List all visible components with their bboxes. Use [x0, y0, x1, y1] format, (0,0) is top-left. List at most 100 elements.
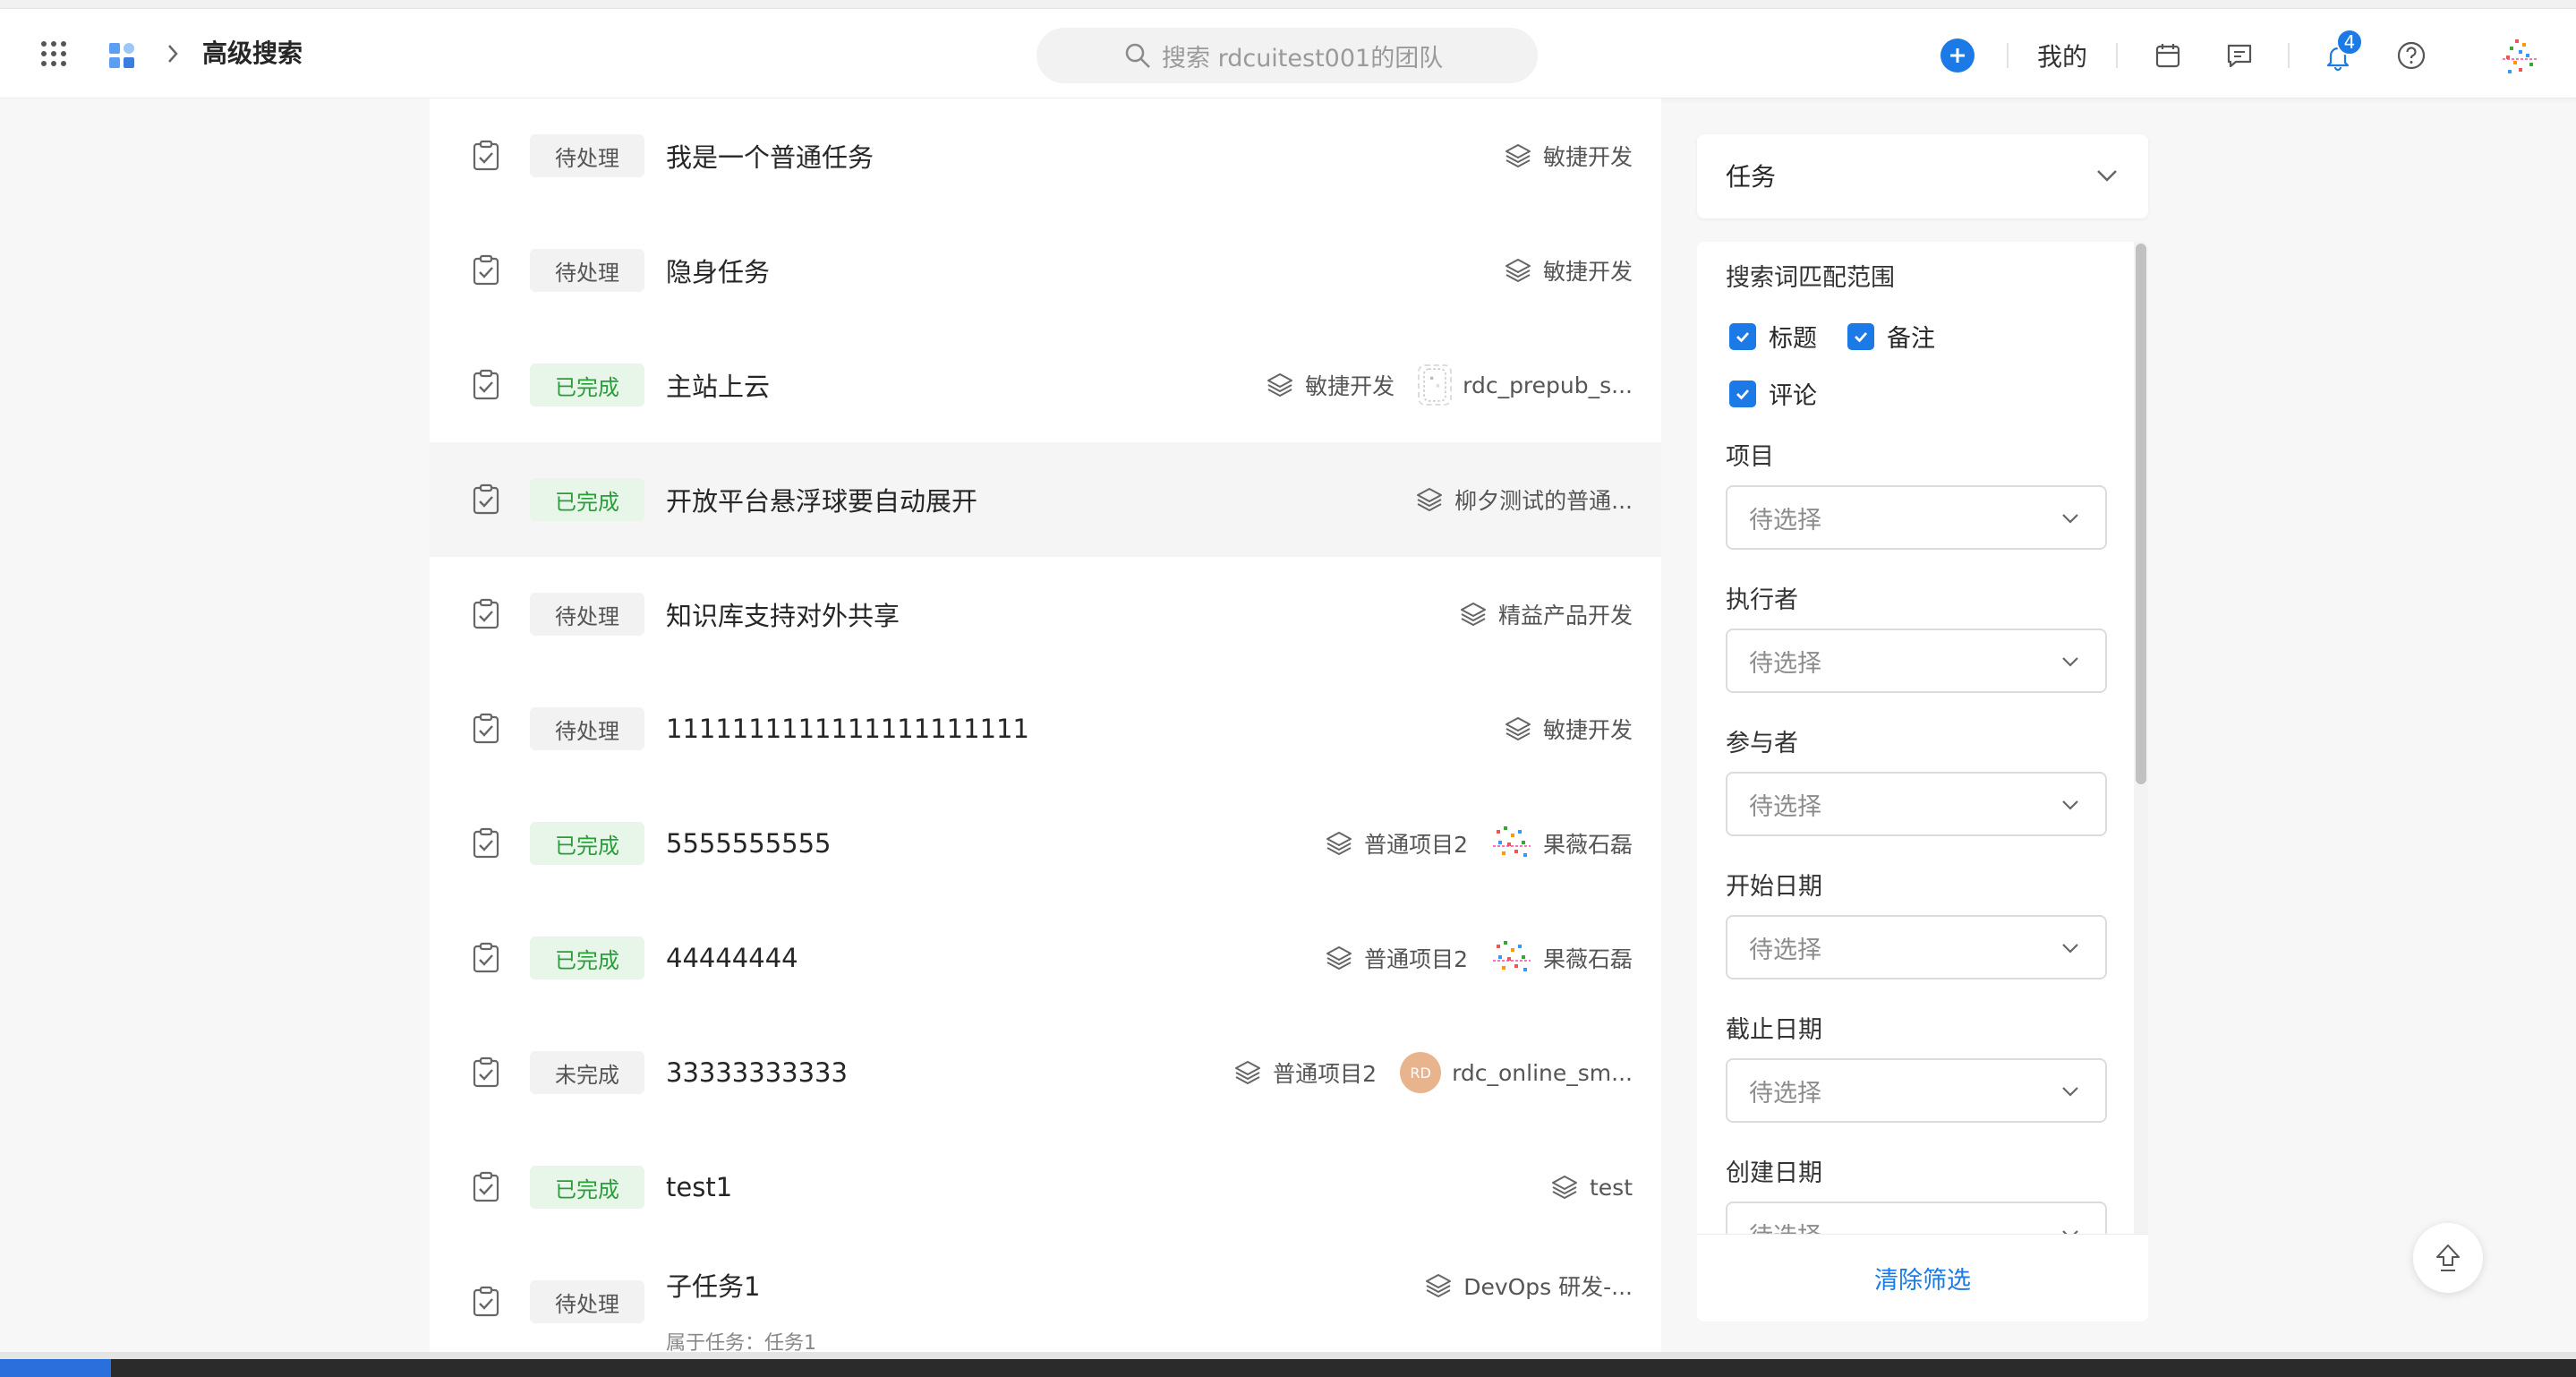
filter-select[interactable]: 待选择	[1726, 629, 2107, 693]
task-assignee[interactable]: rdc_online_sm...	[1452, 1060, 1633, 1086]
filter-scrollbar[interactable]	[2134, 242, 2148, 1234]
task-row[interactable]: 已完成 5555555555 普通项目2 果薇石磊	[430, 786, 1661, 901]
add-button[interactable]	[1941, 38, 1975, 73]
header-divider	[2116, 43, 2118, 68]
filter-field-label: 创建日期	[1726, 1159, 1822, 1187]
task-row[interactable]: 已完成 主站上云 敏捷开发 rdc_prepub_s...	[430, 328, 1661, 442]
browser-top-edge	[0, 0, 2576, 9]
task-project[interactable]: 普通项目2	[1364, 942, 1468, 974]
project-layers-icon	[1550, 1173, 1579, 1202]
task-row[interactable]: 已完成 44444444 普通项目2 果薇石磊	[430, 901, 1661, 1015]
task-status-badge: 待处理	[530, 707, 644, 750]
assignee-avatar: RD	[1400, 1052, 1442, 1093]
checkbox-checked-icon[interactable]	[1729, 322, 1756, 350]
task-row[interactable]: 待处理 知识库支持对外共享 精益产品开发	[430, 557, 1661, 671]
mine-button[interactable]: 我的	[2037, 38, 2087, 73]
task-title[interactable]: 5555555555	[666, 828, 832, 859]
chevron-down-icon	[2059, 793, 2082, 817]
task-checklist-icon	[471, 1286, 501, 1318]
select-placeholder: 待选择	[1749, 506, 1821, 535]
task-row[interactable]: 已完成 test1 test	[430, 1130, 1661, 1244]
checkbox-checked-icon[interactable]	[1847, 322, 1874, 350]
chevron-down-icon	[2093, 161, 2121, 190]
filter-scrollbar-thumb[interactable]	[2136, 244, 2146, 784]
match-scope-checkbox[interactable]: 备注	[1847, 319, 1935, 354]
app-grid-icon[interactable]	[39, 39, 68, 68]
task-project[interactable]: DevOps 研发-...	[1463, 1270, 1633, 1302]
filter-select[interactable]: 待选择	[1726, 1058, 2107, 1123]
task-status-badge: 未完成	[530, 1051, 644, 1094]
clear-filter-button[interactable]: 清除筛选	[1874, 1261, 1971, 1296]
task-checklist-icon	[471, 1171, 501, 1203]
task-row[interactable]: 待处理 隐身任务 敏捷开发	[430, 213, 1661, 328]
object-type-select[interactable]: 任务	[1697, 134, 2148, 218]
project-layers-icon	[1424, 1271, 1453, 1300]
project-layers-icon	[1325, 944, 1353, 972]
task-status-badge: 已完成	[530, 1166, 644, 1209]
task-assignee[interactable]: rdc_prepub_s...	[1463, 372, 1633, 398]
task-assignee[interactable]: 果薇石磊	[1543, 942, 1633, 974]
project-layers-icon	[1415, 485, 1444, 514]
task-project[interactable]: test	[1590, 1175, 1633, 1201]
select-placeholder: 待选择	[1749, 1217, 1821, 1235]
select-placeholder: 待选择	[1749, 649, 1821, 678]
task-title[interactable]: test1	[666, 1172, 732, 1202]
search-input[interactable]: 搜索 rdcuitest001的团队	[1036, 28, 1538, 83]
match-scope-checkbox[interactable]: 评论	[1729, 376, 1817, 411]
search-icon	[1124, 42, 1151, 69]
task-checklist-icon	[471, 713, 501, 745]
filter-select[interactable]: 待选择	[1726, 1202, 2107, 1234]
task-title[interactable]: 33333333333	[666, 1057, 848, 1088]
task-row[interactable]: 待处理 1111111111111111111111 敏捷开发	[430, 671, 1661, 786]
task-status-badge: 已完成	[530, 937, 644, 979]
task-title[interactable]: 我是一个普通任务	[666, 137, 874, 175]
task-title[interactable]: 44444444	[666, 943, 798, 973]
task-title[interactable]: 1111111111111111111111	[666, 714, 1029, 744]
filter-select[interactable]: 待选择	[1726, 772, 2107, 836]
task-title[interactable]: 开放平台悬浮球要自动展开	[666, 481, 977, 518]
task-row[interactable]: 待处理 子任务1 属于任务：任务1 DevOps 研发-...	[430, 1244, 1661, 1359]
task-project[interactable]: 敏捷开发	[1305, 369, 1395, 401]
task-row[interactable]: 未完成 33333333333 普通项目2 RD rdc_online_sm...	[430, 1015, 1661, 1130]
task-title[interactable]: 隐身任务	[666, 252, 770, 289]
task-checklist-icon	[471, 140, 501, 172]
chevron-down-icon	[2059, 937, 2082, 960]
task-status-badge: 待处理	[530, 134, 644, 177]
filter-select[interactable]: 待选择	[1726, 485, 2107, 550]
task-project[interactable]: 敏捷开发	[1543, 254, 1633, 287]
match-scope-checkbox[interactable]: 标题	[1729, 319, 1817, 354]
task-title[interactable]: 主站上云	[666, 366, 770, 404]
task-row[interactable]: 已完成 开放平台悬浮球要自动展开 柳夕测试的普通...	[430, 442, 1661, 557]
task-assignee[interactable]: 果薇石磊	[1543, 827, 1633, 860]
task-project[interactable]: 精益产品开发	[1498, 598, 1633, 630]
header-divider	[2007, 43, 2009, 68]
header-divider	[2288, 43, 2290, 68]
project-layers-icon	[1325, 829, 1353, 858]
task-project[interactable]: 敏捷开发	[1543, 140, 1633, 172]
task-project[interactable]: 柳夕测试的普通...	[1454, 483, 1633, 516]
task-project[interactable]: 普通项目2	[1364, 827, 1468, 860]
task-project[interactable]: 敏捷开发	[1543, 713, 1633, 745]
task-project[interactable]: 普通项目2	[1273, 1056, 1377, 1089]
task-meta: 敏捷开发 rdc_prepub_s...	[1266, 364, 1633, 406]
object-type-label: 任务	[1726, 162, 1777, 192]
project-layers-icon	[1266, 371, 1294, 399]
select-placeholder: 待选择	[1749, 1079, 1821, 1108]
task-status-badge: 待处理	[530, 1280, 644, 1323]
task-title[interactable]: 子任务1	[666, 1266, 760, 1304]
back-to-top-button[interactable]	[2413, 1223, 2483, 1293]
user-avatar[interactable]	[2497, 36, 2542, 81]
project-layers-icon	[1233, 1058, 1262, 1087]
message-icon[interactable]	[2222, 38, 2257, 73]
project-layers-icon	[1504, 256, 1532, 285]
workspace-logo-icon[interactable]	[106, 39, 138, 72]
help-icon[interactable]	[2393, 38, 2429, 73]
task-checklist-icon	[471, 254, 501, 287]
clear-filter-bar: 清除筛选	[1697, 1234, 2148, 1321]
task-row[interactable]: 待处理 我是一个普通任务 敏捷开发	[430, 98, 1661, 213]
checkbox-label: 评论	[1769, 382, 1817, 410]
filter-select[interactable]: 待选择	[1726, 915, 2107, 979]
calendar-icon[interactable]	[2150, 38, 2186, 73]
task-title[interactable]: 知识库支持对外共享	[666, 595, 900, 633]
checkbox-checked-icon[interactable]	[1729, 380, 1756, 407]
